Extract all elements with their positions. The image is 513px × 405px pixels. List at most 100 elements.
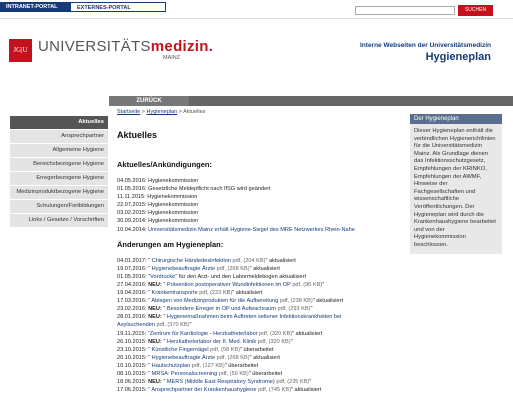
change-date: 20.10.2015: [117,354,147,361]
change-row: 04.01.2017: " Chirurgische Händedesinfek… [117,257,405,265]
change-row: Asylsuchenden pdf, (370 KB)" [117,321,405,329]
change-link[interactable]: " Hygienebeauftragte Ärzte [148,355,215,361]
change-note: " [189,322,192,329]
search-button[interactable]: SUCHEN [458,5,493,16]
announcement-date: 01.05.2016: [117,186,147,193]
announcement-text: Hygienekommission [148,210,199,217]
change-link[interactable]: "Zentrum für Kardiologie - Herzkatheterl… [148,331,258,337]
change-date: 23.10.2015: [117,346,147,353]
change-link[interactable]: " Hygienemaßnahmen beim Auftreten selten… [163,314,341,320]
change-link[interactable]: Asylsuchenden [117,322,155,328]
announcement-text[interactable]: Universitätsmedizin Mainz erhält Hygiene… [148,227,355,233]
new-badge: NEU: [148,306,164,313]
change-date: 17.06.2015: [117,387,147,394]
change-date: 19.11.2015: [117,330,147,337]
sidebar-item-bereichsbezogene-hygiene[interactable]: Bereichsbezogene Hygiene [10,158,108,172]
announcement-date: 30.09.2014: [117,218,147,225]
change-row: 01.05.2016: "Vordrucke" für den Arzt- un… [117,273,405,281]
sidebar-item-links[interactable]: Links / Gesetze / Vorschriften [10,214,108,228]
back-button[interactable]: ZURÜCK [109,96,189,106]
change-date: 18.06.2015: [117,379,147,386]
change-row: 17.06.2015: " Ansprechpartner der Kranke… [117,386,405,394]
new-badge: NEU: [148,314,164,321]
announcement-row: 30.09.2014: Hygienekommission [117,217,405,225]
change-row: 08.10.2015: " MRSA: Personalscreening pd… [117,370,405,378]
sidebar-item-medizinprodukt-hygiene[interactable]: Medizinproduktbezogene Hygiene [10,186,108,200]
announcement-row: 11.11.2015: Hygienekommission [117,193,405,201]
sidebar-item-allgemeine-hygiene[interactable]: Allgemeine Hygiene [10,144,108,158]
change-link[interactable]: " MRSA: Personalscreening [148,371,217,377]
sidebar-item-aktuelles[interactable]: Aktuelles [10,116,108,130]
change-link[interactable]: " Krankentransporte [148,290,198,296]
logo-mark[interactable]: JG|U [9,39,32,62]
change-row: 27.04.2016: NEU: " Prävention postoperat… [117,281,405,289]
tab-externes-portal[interactable]: EXTERNES-PORTAL [71,2,166,12]
change-link[interactable]: " MERS (Middle East Respiratory Syndrome… [163,379,274,385]
change-date: 01.05.2016: [117,273,147,280]
change-date: 27.04.2016: [117,281,147,288]
logo-wordmark[interactable]: UNIVERSITÄTSmedizin. [38,38,213,55]
file-info: pdf, (96 KB) [290,281,323,288]
breadcrumb-home[interactable]: Startseite [117,109,140,115]
change-row: 18.06.2015: NEU: " MERS (Middle East Res… [117,378,405,386]
change-link[interactable]: " Hautschutzplan [148,363,190,369]
change-link[interactable]: " Herzkatheterlabor der II. Med. Klinik [163,339,256,345]
change-row: 23.10.2015: " Künstliche Fingernägel pdf… [117,346,405,354]
file-info: pdf, (745 KB) [256,387,291,394]
breadcrumb-hygieneplan[interactable]: Hygieneplan [147,109,178,115]
announcement-text: Hygienekommission [148,218,199,225]
announcement-text: Hygienekommission [148,178,199,184]
change-date: 17.03.2016: [117,298,147,305]
change-link[interactable]: " Besondere Erreger in OP und Aufwachrau… [163,306,276,312]
search-input[interactable] [355,6,455,15]
page-title: Aktuelles [117,130,158,140]
change-date: 08.10.2015: [117,370,147,377]
change-row: 10.10.2015: " Hautschutzplan pdf, (127 K… [117,362,405,370]
change-note: " [322,281,325,288]
main-content: Aktuelles Aktuelles/Ankündigungen: 04.05… [117,124,405,394]
changes-heading: Änderungen am Hygieneplan: [117,239,224,249]
tab-intranet-portal[interactable]: INTRANET-PORTAL [0,2,71,12]
logo-word-2: medizin. [150,38,214,55]
change-note: für den Arzt- und den Labormeldebogen ak… [177,273,307,280]
change-link[interactable]: " Prävention postoperativer Wundinfektio… [163,282,290,288]
sidebar: Aktuelles Ansprechpartner Allgemeine Hyg… [10,116,108,228]
info-box: Der Hygieneplan Dieser Hygieneplan enthä… [410,114,502,254]
logo-sub: MAINZ [163,55,181,61]
announcement-date: 22.07.2015: [117,202,147,209]
change-link[interactable]: " Künstliche Fingernägel [148,347,208,353]
announcement-date: 10.04.2014: [117,226,147,233]
sidebar-item-ansprechpartner[interactable]: Ansprechpartner [10,130,108,144]
change-row: 19.07.2016: " Hygienebeauftragte Ärzte p… [117,265,405,273]
file-info: pdf, (320 KB) [256,338,291,345]
file-info: pdf, (127 KB) [190,362,225,369]
change-link[interactable]: " Ablegen von Medizinprodukten für die A… [148,298,278,304]
logo-word-1: UNIVERSITÄTS [38,38,151,55]
file-info: pdf, (370 KB) [154,322,190,329]
change-note: " [309,379,312,386]
sidebar-item-erregerbezogene-hygiene[interactable]: Erregerbezogene Hygiene [10,172,108,186]
change-note: " aktualisiert [292,330,323,337]
change-row: 20.10.2015: " Hygienebeauftragte Ärzte p… [117,354,405,362]
file-info: pdf, (268 KB) [215,265,250,272]
file-info: pdf, (320 KB) [257,330,293,337]
announcement-row: 03.02.2015: Hygienekommission [117,209,405,217]
file-info: pdf, (238 KB) [278,298,313,305]
change-note: " überarbeitet [239,346,274,353]
announcement-row: 10.04.2014: Universitätsmedizin Mainz er… [117,226,405,234]
change-link[interactable]: " Chirurgische Händedesinfektion [148,258,231,264]
change-link[interactable]: " Hygienebeauftragte Ärzte [148,266,215,272]
new-badge: NEU: [148,379,164,386]
file-info: pdf, (50 KB) [217,370,249,377]
change-row: 17.03.2016: " Ablegen von Medizinprodukt… [117,297,405,305]
change-note: " aktualisiert [249,354,280,361]
new-badge: NEU: [148,338,164,345]
change-date: 19.04.2016: [117,290,147,297]
change-link[interactable]: " Ansprechpartner der Krankenhaushygiene [148,387,256,393]
new-badge: NEU: [148,281,164,288]
announcements-list: 04.05.2016: Hygienekommission 01.05.2016:… [117,177,405,234]
sidebar-item-schulungen[interactable]: Schulungen/Fortbildungen [10,200,108,214]
change-link[interactable]: "Vordrucke" [148,274,177,280]
change-row: 26.10.2015: NEU: " Herzkatheterlabor der… [117,338,405,346]
change-note: " aktualisiert [265,257,296,264]
